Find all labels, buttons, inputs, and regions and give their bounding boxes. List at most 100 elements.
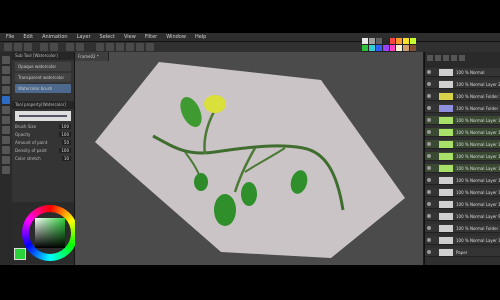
brush-size-row[interactable]: Brush Size 100 [15, 124, 71, 129]
main-color-swatch[interactable] [14, 248, 26, 260]
menu-select[interactable]: Select [100, 34, 115, 40]
layer-row[interactable]: 100 % Normal Layer 11 [425, 188, 500, 197]
layer-row[interactable]: 100 % Normal Folder 1 [425, 104, 500, 113]
delete-layer-icon[interactable] [443, 55, 449, 61]
swatch[interactable] [403, 45, 410, 51]
hue-ring[interactable] [22, 205, 78, 261]
fill-tool-icon[interactable] [2, 126, 10, 134]
visibility-eye-icon[interactable] [427, 142, 431, 146]
layer-row[interactable]: 100 % Normal Layer 15 [425, 140, 500, 149]
deselect-icon[interactable] [96, 43, 104, 51]
visibility-eye-icon[interactable] [427, 178, 431, 182]
canvas-artwork[interactable] [75, 52, 423, 265]
swatch[interactable] [375, 45, 382, 51]
visibility-eye-icon[interactable] [427, 94, 431, 98]
layer-row[interactable]: 100 % Normal Layer 12 [425, 176, 500, 185]
brush-tool-icon[interactable] [2, 96, 10, 104]
swatch[interactable] [410, 45, 416, 51]
menu-edit[interactable]: Edit [23, 34, 33, 40]
clear-icon[interactable] [66, 43, 74, 51]
eraser-tool-icon[interactable] [2, 106, 10, 114]
invert-selection-icon[interactable] [106, 43, 114, 51]
menu-view[interactable]: View [124, 34, 136, 40]
visibility-eye-icon[interactable] [427, 202, 431, 206]
opacity-value[interactable]: 100 [59, 132, 71, 137]
stretch-row[interactable]: Color stretch 10 [15, 156, 71, 161]
swatch[interactable] [382, 45, 389, 51]
gradient-tool-icon[interactable] [2, 136, 10, 144]
swatch[interactable] [368, 38, 375, 44]
visibility-eye-icon[interactable] [427, 106, 431, 110]
layer-row[interactable]: 100 % Normal Layer 9 [425, 212, 500, 221]
menu-file[interactable]: File [6, 34, 14, 40]
menu-window[interactable]: Window [166, 34, 186, 40]
visibility-eye-icon[interactable] [427, 82, 431, 86]
swatch[interactable] [403, 38, 410, 44]
layer-row[interactable]: 100 % Normal Layer 16 [425, 128, 500, 137]
subtool-item[interactable]: Transparent watercolor [15, 73, 71, 82]
layer-row[interactable]: 100 % Normal Layer 13 [425, 164, 500, 173]
zoom-tool-icon[interactable] [2, 56, 10, 64]
swatch[interactable] [362, 38, 368, 44]
crop-icon[interactable] [116, 43, 124, 51]
amount-row[interactable]: Amount of paint 50 [15, 140, 71, 145]
snap-icon[interactable] [126, 43, 134, 51]
open-file-icon[interactable] [14, 43, 22, 51]
layer-row[interactable]: 100 % Normal Layer 1 [425, 236, 500, 245]
transform-icon[interactable] [76, 43, 84, 51]
text-tool-icon[interactable] [2, 156, 10, 164]
visibility-eye-icon[interactable] [427, 214, 431, 218]
canvas-area[interactable] [75, 52, 423, 265]
visibility-eye-icon[interactable] [427, 190, 431, 194]
visibility-eye-icon[interactable] [427, 70, 431, 74]
swatch[interactable] [375, 38, 382, 44]
layer-row[interactable]: 100 % Normal Layer 17 [425, 116, 500, 125]
undo-icon[interactable] [40, 43, 48, 51]
swatch[interactable] [362, 45, 368, 51]
select-tool-icon[interactable] [2, 76, 10, 84]
layer-row[interactable]: 100 % Normal Layer 10 [425, 200, 500, 209]
swatch[interactable] [410, 38, 416, 44]
subtool-item-active[interactable]: Watercolor brush [15, 84, 71, 93]
layer-row[interactable]: Paper [425, 248, 500, 257]
visibility-eye-icon[interactable] [427, 130, 431, 134]
amount-value[interactable]: 50 [61, 140, 71, 145]
layer-row[interactable]: 100 % Normal [425, 68, 500, 77]
swatch[interactable] [368, 45, 375, 51]
move-tool-icon[interactable] [2, 66, 10, 74]
layer-row[interactable]: 100 % Normal Layer 2 [425, 80, 500, 89]
visibility-eye-icon[interactable] [427, 166, 431, 170]
grid-icon[interactable] [146, 43, 154, 51]
layer-row[interactable]: 100 % Normal Folder 2 [425, 92, 500, 101]
subtool-item[interactable]: Opaque watercolor [15, 62, 71, 71]
swatch[interactable] [382, 38, 389, 44]
blend-tool-icon[interactable] [2, 116, 10, 124]
figure-tool-icon[interactable] [2, 146, 10, 154]
swatch[interactable] [396, 45, 403, 51]
eyedropper-tool-icon[interactable] [2, 166, 10, 174]
density-row[interactable]: Density of paint 100 [15, 148, 71, 153]
layer-row[interactable]: 100 % Normal Layer 14 [425, 152, 500, 161]
visibility-eye-icon[interactable] [427, 118, 431, 122]
mask-icon[interactable] [451, 55, 457, 61]
menu-animation[interactable]: Animation [42, 34, 68, 40]
menu-help[interactable]: Help [195, 34, 206, 40]
saturation-value-square[interactable] [35, 218, 65, 248]
lock-icon[interactable] [459, 55, 465, 61]
ruler-icon[interactable] [136, 43, 144, 51]
visibility-eye-icon[interactable] [427, 238, 431, 242]
save-icon[interactable] [24, 43, 32, 51]
redo-icon[interactable] [50, 43, 58, 51]
opacity-row[interactable]: Opacity 100 [15, 132, 71, 137]
new-layer-icon[interactable] [427, 55, 433, 61]
visibility-eye-icon[interactable] [427, 250, 431, 254]
menu-filter[interactable]: Filter [145, 34, 157, 40]
swatch[interactable] [396, 38, 403, 44]
visibility-eye-icon[interactable] [427, 226, 431, 230]
new-file-icon[interactable] [4, 43, 12, 51]
layer-row[interactable]: 100 % Normal Folder 3 [425, 224, 500, 233]
pen-tool-icon[interactable] [2, 86, 10, 94]
menu-layer[interactable]: Layer [77, 34, 91, 40]
brush-size-value[interactable]: 100 [59, 124, 71, 129]
visibility-eye-icon[interactable] [427, 154, 431, 158]
